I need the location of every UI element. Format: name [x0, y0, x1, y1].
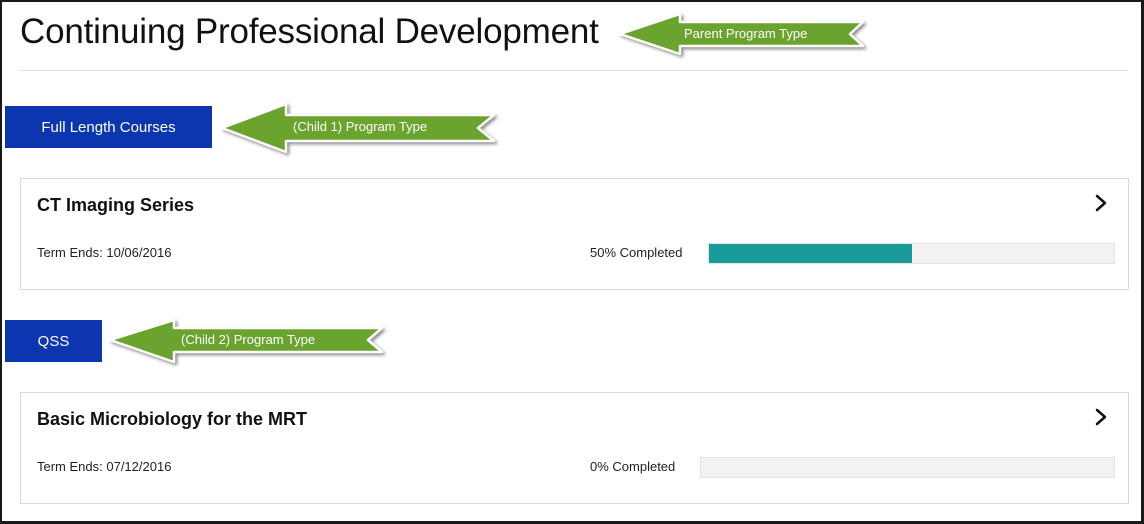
program-type-qss[interactable]: QSS	[5, 320, 102, 362]
program-type-full-length-courses[interactable]: Full Length Courses	[5, 106, 212, 148]
callout-parent-label: Parent Program Type	[684, 26, 808, 41]
callout-child1-program-type: (Child 1) Program Type	[220, 102, 500, 154]
course-title: CT Imaging Series	[37, 195, 195, 215]
course-title: Basic Microbiology for the MRT	[37, 409, 308, 429]
progress-bar	[700, 457, 1115, 478]
callout-parent-program-type: Parent Program Type	[618, 10, 868, 58]
progress-label: 50% Completed	[590, 245, 683, 260]
page-title: Continuing Professional Development	[20, 12, 599, 51]
term-ends: Term Ends: 10/06/2016	[37, 245, 172, 260]
callout-child1-label: (Child 1) Program Type	[293, 119, 428, 134]
chevron-right-icon[interactable]	[1092, 193, 1110, 213]
progress-bar	[708, 243, 1115, 264]
course-card[interactable]: CT Imaging Series Term Ends: 10/06/2016 …	[20, 178, 1129, 290]
title-divider	[20, 70, 1128, 71]
progress-bar-fill	[709, 244, 912, 263]
callout-child2-label: (Child 2) Program Type	[181, 332, 316, 347]
term-ends: Term Ends: 07/12/2016	[37, 459, 172, 474]
progress-label: 0% Completed	[590, 459, 676, 474]
chevron-right-icon[interactable]	[1092, 407, 1110, 427]
callout-child2-program-type: (Child 2) Program Type	[108, 318, 386, 368]
course-card[interactable]: Basic Microbiology for the MRT Term Ends…	[20, 392, 1129, 504]
